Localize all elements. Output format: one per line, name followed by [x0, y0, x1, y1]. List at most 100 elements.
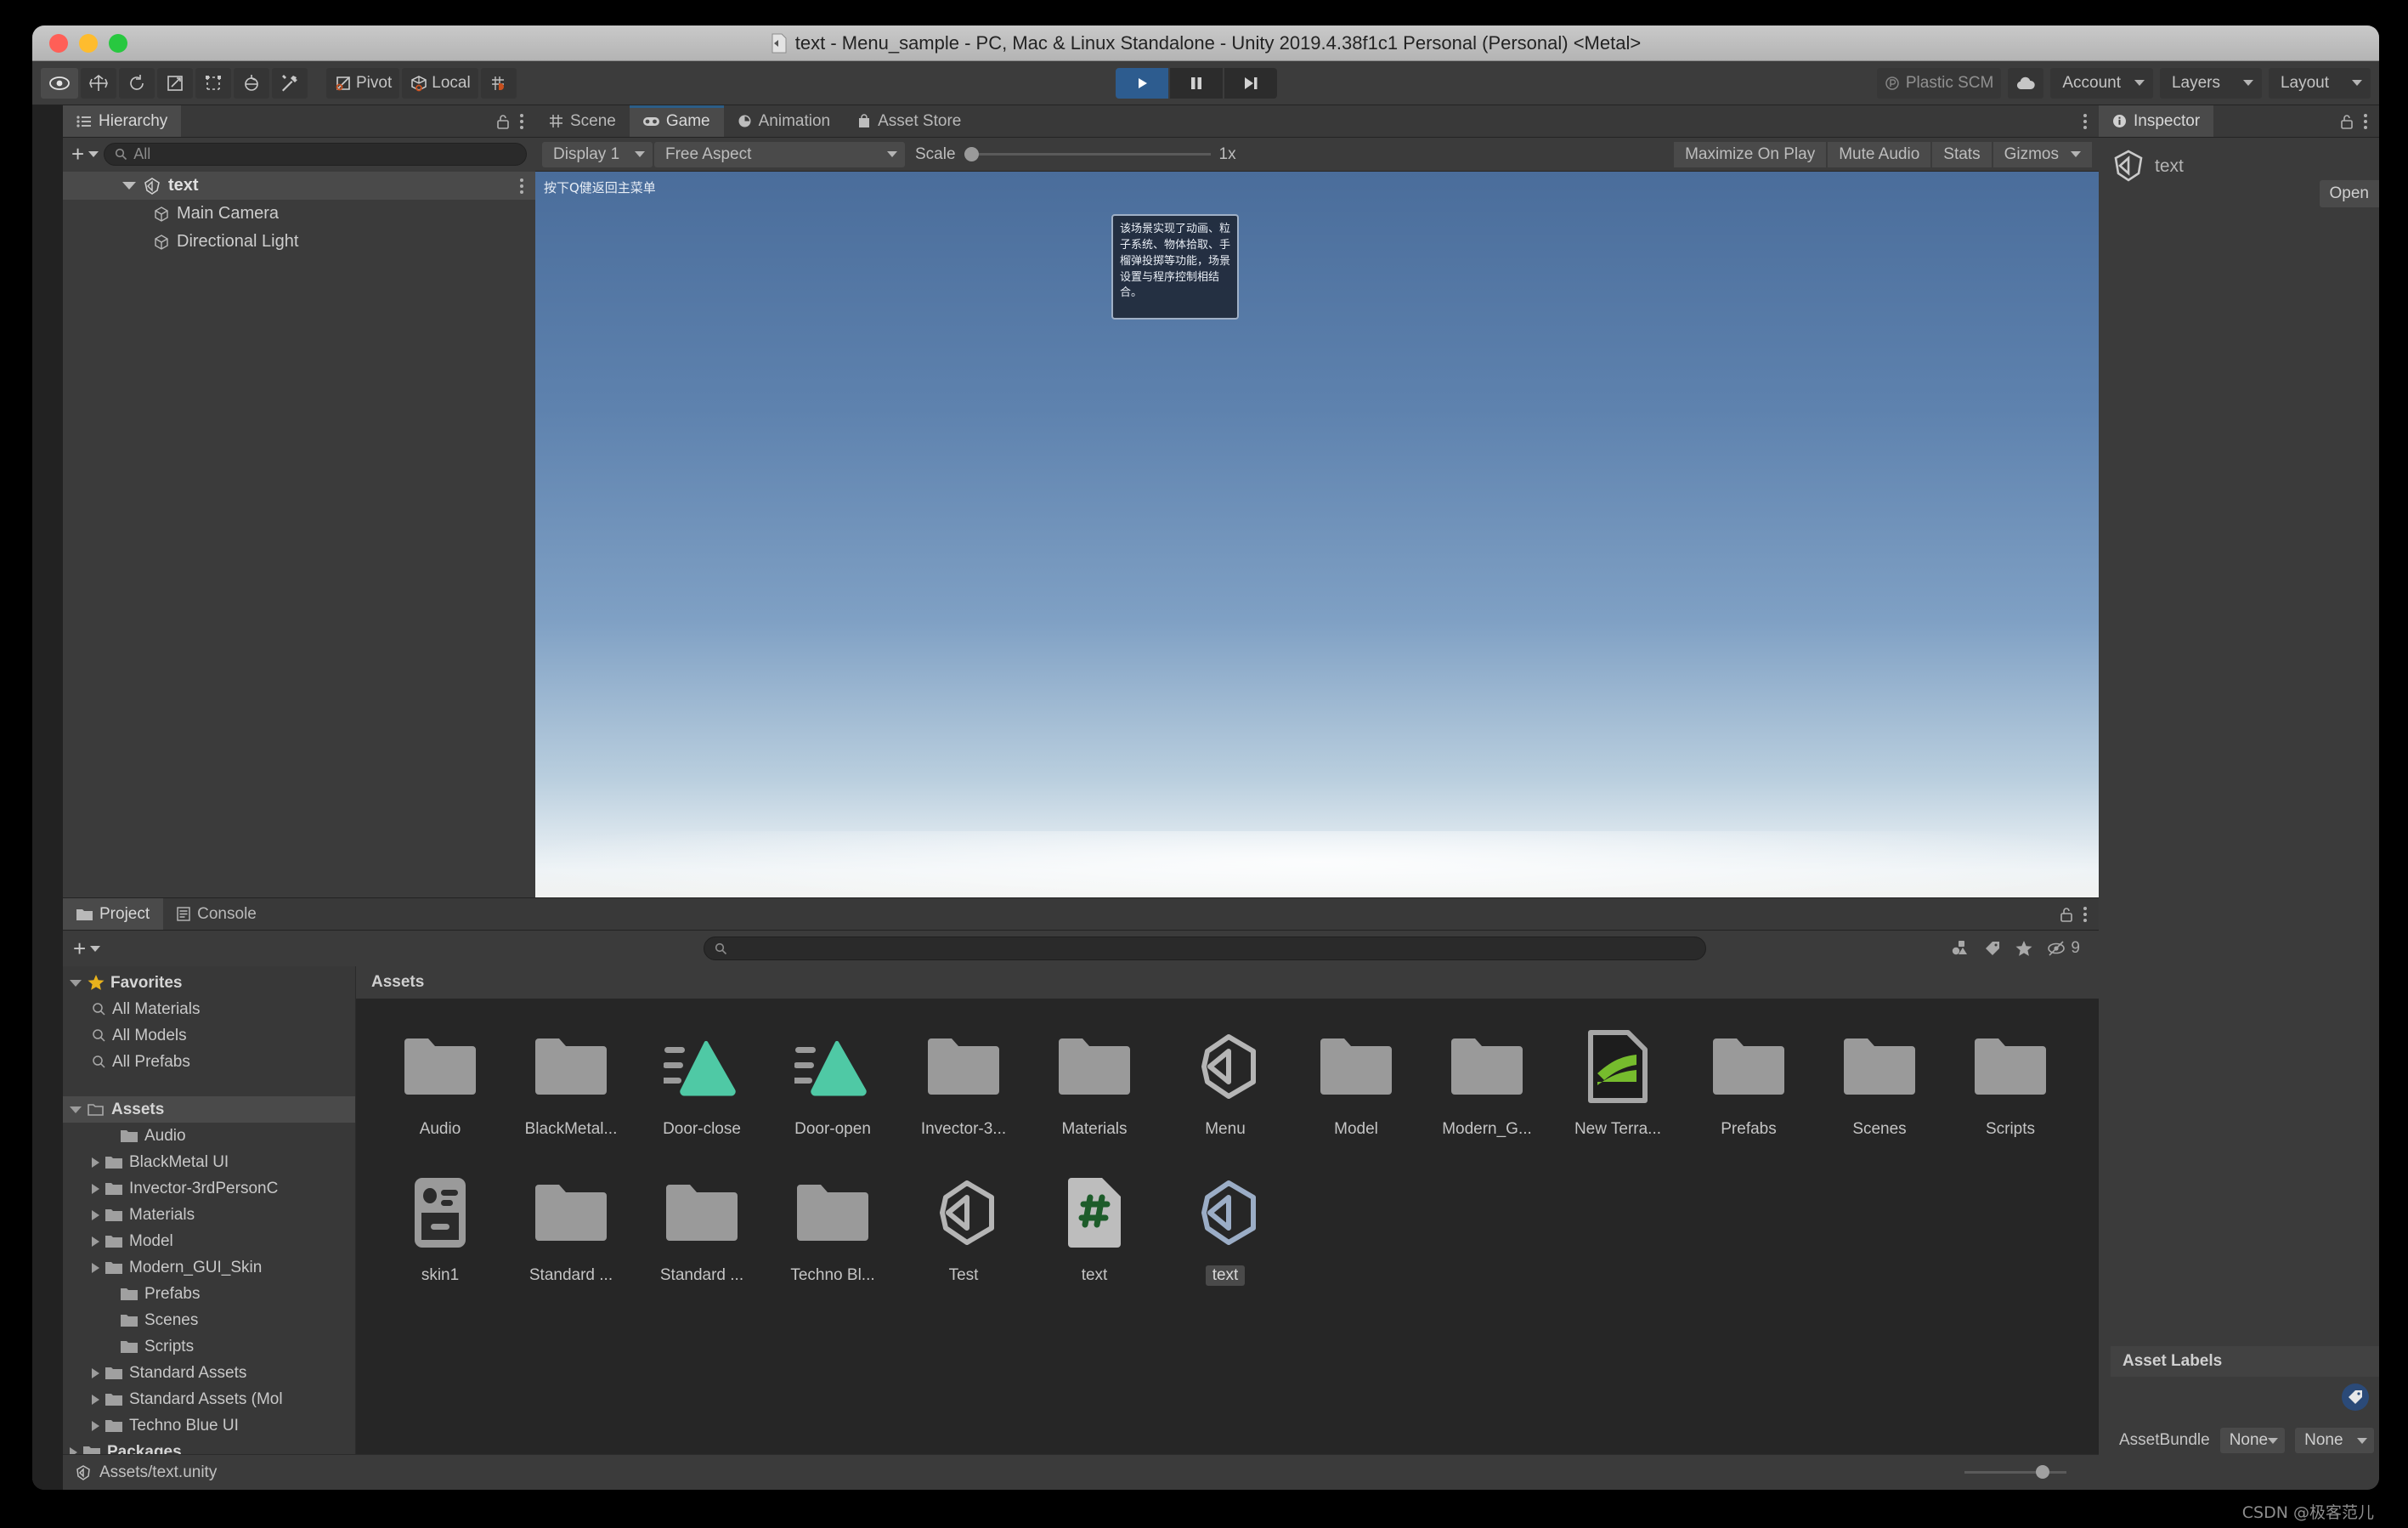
hierarchy-item-menu-icon[interactable]: [520, 178, 523, 194]
gizmos-button[interactable]: Gizmos: [1993, 141, 2092, 167]
asset-zoom-knob[interactable]: [2036, 1465, 2049, 1479]
chevron-right-icon[interactable]: [92, 1394, 99, 1405]
tree-item-packages[interactable]: Packages: [63, 1439, 355, 1454]
chevron-right-icon[interactable]: [92, 1236, 99, 1247]
project-search-input[interactable]: [704, 937, 1707, 960]
asset-item-blackmetal-ui[interactable]: BlackMetal...: [506, 1017, 636, 1163]
account-dropdown[interactable]: Account: [2050, 67, 2153, 99]
chevron-right-icon[interactable]: [92, 1420, 99, 1431]
tree-item-all-materials[interactable]: All Materials: [63, 996, 355, 1022]
tool-rect-transform[interactable]: [195, 67, 231, 99]
scale-slider-group[interactable]: Scale 1x: [907, 145, 1245, 164]
tree-item-favorites[interactable]: Favorites: [63, 970, 355, 996]
chevron-right-icon[interactable]: [92, 1262, 99, 1273]
hierarchy-menu-icon[interactable]: [520, 113, 523, 129]
tab-inspector[interactable]: Inspector: [2099, 105, 2214, 137]
tree-item-materials[interactable]: Materials: [63, 1202, 355, 1228]
asset-zoom-slider[interactable]: [1964, 1465, 2066, 1479]
plastic-scm-button[interactable]: Plastic SCM: [1876, 67, 2002, 99]
tree-item-techno-blue-ui[interactable]: Techno Blue UI: [63, 1412, 355, 1439]
tool-transform[interactable]: [234, 67, 269, 99]
asset-item-audio[interactable]: Audio: [375, 1017, 506, 1163]
grid-snap-icon[interactable]: [480, 67, 517, 99]
asset-item-prefabs[interactable]: Prefabs: [1683, 1017, 1814, 1163]
assetbundle-dropdown[interactable]: None: [2219, 1428, 2286, 1453]
chevron-down-icon[interactable]: [70, 979, 82, 987]
hierarchy-search-input[interactable]: All: [104, 142, 527, 166]
tree-item-scripts[interactable]: Scripts: [63, 1333, 355, 1360]
aspect-dropdown[interactable]: Free Aspect: [654, 141, 905, 167]
tool-move[interactable]: [81, 67, 116, 99]
asset-item-model[interactable]: Model: [1291, 1017, 1422, 1163]
asset-item-standard-assets-mobile[interactable]: Standard ...: [636, 1163, 767, 1310]
tree-item-prefabs[interactable]: Prefabs: [63, 1281, 355, 1307]
tab-game[interactable]: Game: [629, 105, 724, 137]
tree-item-assets[interactable]: Assets: [63, 1096, 355, 1123]
tree-item-standard-assets-mobile[interactable]: Standard Assets (Mol: [63, 1386, 355, 1412]
step-button[interactable]: [1224, 67, 1278, 99]
mute-audio-button[interactable]: Mute Audio: [1828, 141, 1931, 167]
tab-console[interactable]: Console: [163, 898, 270, 930]
tool-custom-wrench[interactable]: [272, 67, 308, 99]
asset-item-skin1[interactable]: skin1: [375, 1163, 506, 1310]
label-tag-icon[interactable]: [2342, 1384, 2369, 1411]
hierarchy-item-text[interactable]: text: [63, 172, 535, 200]
hidden-assets-indicator[interactable]: 9: [2048, 939, 2080, 958]
asset-item-new-terrain[interactable]: New Terra...: [1552, 1017, 1683, 1163]
asset-item-door-close[interactable]: Door-close: [636, 1017, 767, 1163]
tab-asset-store[interactable]: Asset Store: [844, 105, 975, 137]
scale-slider[interactable]: [964, 147, 1211, 161]
chevron-down-icon[interactable]: [70, 1106, 82, 1113]
chevron-right-icon[interactable]: [92, 1183, 99, 1194]
favorite-star-icon[interactable]: [2015, 940, 2032, 957]
local-toggle-button[interactable]: Local: [402, 67, 478, 99]
tab-animation[interactable]: Animation: [724, 105, 845, 137]
scale-slider-knob[interactable]: [964, 147, 979, 161]
open-asset-button[interactable]: Open: [2319, 180, 2379, 207]
label-filter-icon[interactable]: [1985, 941, 2000, 956]
tab-scene[interactable]: Scene: [535, 105, 630, 137]
chevron-right-icon[interactable]: [92, 1209, 99, 1220]
layout-dropdown[interactable]: Layout: [2268, 67, 2371, 99]
tree-item-blackmetal-ui[interactable]: BlackMetal UI: [63, 1149, 355, 1175]
play-button[interactable]: [1116, 67, 1169, 99]
maximize-on-play-button[interactable]: Maximize On Play: [1674, 141, 1827, 167]
cloud-icon[interactable]: [2008, 67, 2044, 99]
tree-item-model[interactable]: Model: [63, 1228, 355, 1254]
lock-icon[interactable]: [2060, 907, 2073, 922]
chevron-right-icon[interactable]: [92, 1367, 99, 1378]
chevron-down-icon[interactable]: [122, 182, 136, 190]
asset-item-scenes[interactable]: Scenes: [1814, 1017, 1945, 1163]
tree-item-all-prefabs[interactable]: All Prefabs: [63, 1049, 355, 1075]
stats-button[interactable]: Stats: [1932, 141, 1992, 167]
tab-project[interactable]: Project: [63, 898, 164, 930]
hierarchy-add-button[interactable]: +: [71, 143, 99, 165]
asset-item-test-scene[interactable]: Test: [898, 1163, 1029, 1310]
asset-item-materials[interactable]: Materials: [1029, 1017, 1160, 1163]
hierarchy-item-main-camera[interactable]: Main Camera: [63, 200, 535, 228]
asset-item-invector[interactable]: Invector-3...: [898, 1017, 1029, 1163]
tree-item-invector[interactable]: Invector-3rdPersonC: [63, 1175, 355, 1202]
asset-item-menu-scene[interactable]: Menu: [1160, 1017, 1291, 1163]
lock-icon[interactable]: [2340, 114, 2354, 129]
tool-hand[interactable]: [41, 67, 78, 99]
tree-item-scenes[interactable]: Scenes: [63, 1307, 355, 1333]
tree-item-standard-assets[interactable]: Standard Assets: [63, 1360, 355, 1386]
tool-scale[interactable]: [157, 67, 193, 99]
asset-item-text-scene[interactable]: text: [1160, 1163, 1291, 1310]
project-menu-icon[interactable]: [2083, 906, 2087, 922]
layers-dropdown[interactable]: Layers: [2159, 67, 2262, 99]
lock-icon[interactable]: [496, 114, 510, 129]
asset-item-door-open[interactable]: Door-open: [767, 1017, 898, 1163]
chevron-right-icon[interactable]: [70, 1446, 77, 1454]
pause-button[interactable]: [1170, 67, 1224, 99]
chevron-right-icon[interactable]: [92, 1157, 99, 1168]
tool-rotate[interactable]: [119, 67, 155, 99]
asset-item-scripts[interactable]: Scripts: [1945, 1017, 2076, 1163]
pivot-toggle-button[interactable]: Pivot: [326, 67, 400, 99]
assetbundle-variant-dropdown[interactable]: None: [2295, 1428, 2374, 1453]
hierarchy-item-directional-light[interactable]: Directional Light: [63, 228, 535, 256]
asset-item-modern-gui[interactable]: Modern_G...: [1422, 1017, 1552, 1163]
tree-item-audio[interactable]: Audio: [63, 1123, 355, 1149]
display-dropdown[interactable]: Display 1: [542, 141, 653, 167]
